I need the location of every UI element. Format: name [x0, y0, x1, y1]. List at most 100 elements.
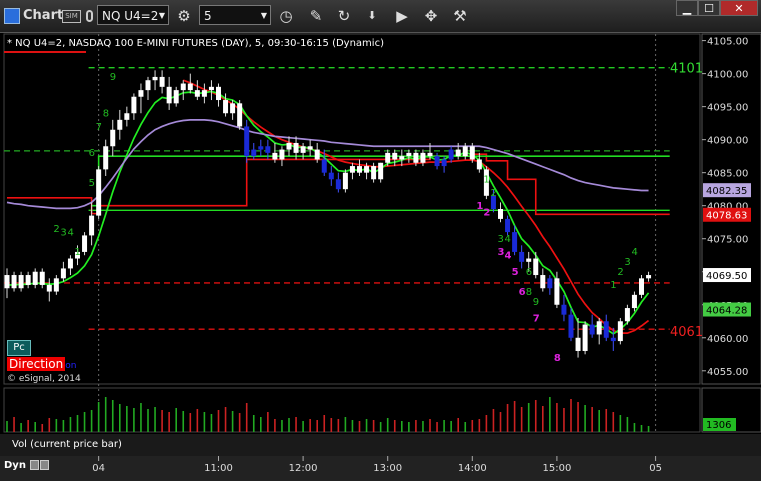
count-number: 3 — [624, 257, 630, 268]
candle-body — [237, 103, 243, 127]
count-number: 5 — [512, 267, 519, 278]
volume-bar — [633, 423, 636, 432]
count-number: 8 — [554, 353, 561, 364]
count-number: 5 — [89, 178, 95, 189]
candle-body — [617, 321, 623, 342]
price-chart[interactable]: 41014061 12 3 456789123 46891234123 45678 13… — [0, 0, 761, 481]
count-number: 4 — [631, 247, 637, 258]
candle-body — [244, 126, 250, 157]
volume-bar — [379, 422, 382, 432]
count-number: 4 — [505, 251, 512, 262]
price-tick-label: 4075.00 — [707, 235, 748, 246]
candle-body — [279, 149, 285, 160]
candle-body — [582, 324, 588, 351]
candle — [82, 232, 88, 256]
candle-body — [631, 294, 637, 309]
candle-body — [216, 86, 221, 101]
candle-body — [342, 172, 348, 190]
volume-bar — [520, 407, 523, 432]
count-number: 7 — [533, 313, 540, 324]
volume-bar — [415, 420, 417, 432]
candle-body — [561, 304, 567, 315]
volume-bar — [351, 420, 354, 432]
candle-body — [328, 172, 334, 180]
volume-bar — [119, 404, 121, 432]
volume-bar — [591, 407, 593, 432]
volume-bar — [619, 415, 622, 432]
volume-bar — [83, 412, 86, 432]
volume-bar — [471, 420, 474, 432]
volume-bar — [126, 406, 128, 432]
candle-body — [131, 96, 137, 114]
volume-bar — [393, 420, 396, 432]
direction-suffix: on — [65, 361, 77, 371]
volume-bar — [231, 411, 234, 432]
count-number: 3 — [498, 247, 505, 258]
candle-body — [413, 152, 419, 163]
candle-body — [399, 156, 405, 160]
time-tick-label: 05 — [649, 463, 662, 474]
candle-body — [519, 251, 525, 262]
candle-body — [300, 146, 306, 153]
candle-body — [138, 90, 144, 97]
volume-bar — [358, 421, 361, 432]
time-tick-label: 11:00 — [204, 463, 233, 474]
count-number: 2 — [617, 267, 623, 278]
candle-body — [357, 166, 362, 173]
candle-body — [208, 86, 214, 91]
volume-bar — [408, 422, 410, 432]
volume-bar — [549, 397, 551, 432]
candle-body — [272, 152, 278, 160]
candle — [639, 275, 644, 299]
count-number: 1 — [610, 280, 616, 291]
lock-icon[interactable] — [30, 460, 39, 470]
candle-body — [533, 258, 539, 276]
candle-body — [554, 278, 560, 305]
volume-bar — [295, 417, 297, 432]
candle-body — [476, 159, 482, 170]
candle-body — [575, 337, 581, 351]
candle-body — [82, 235, 88, 252]
candle-body — [166, 86, 172, 104]
volume-bar — [238, 413, 241, 432]
volume-bar — [140, 403, 142, 432]
time-tick-label: 14:00 — [458, 463, 487, 474]
candle-body — [258, 146, 264, 150]
volume-bar — [429, 419, 431, 432]
candle-body — [187, 83, 193, 91]
volume-bar — [372, 420, 375, 432]
candle-body — [265, 146, 271, 153]
candle-body — [505, 218, 511, 233]
link-icon[interactable] — [40, 460, 49, 470]
count-number: 2 — [490, 188, 496, 199]
volume-bar — [443, 420, 445, 432]
volume-bar — [154, 407, 156, 432]
volume-bar — [260, 417, 262, 432]
volume-bar — [252, 415, 255, 432]
volume-bar — [6, 421, 8, 432]
volume-bar — [175, 408, 177, 432]
candle-body — [610, 337, 616, 342]
volume-bar — [626, 417, 629, 432]
candle-body — [335, 179, 341, 190]
candle-body — [639, 278, 644, 295]
volume-bar — [386, 418, 389, 432]
candle-body — [568, 314, 574, 338]
count-number: 6 — [526, 267, 532, 278]
candle-body — [371, 166, 377, 180]
candle-body — [314, 149, 320, 160]
dyn-label[interactable]: Dyn — [4, 460, 26, 471]
volume-bar — [302, 421, 304, 432]
volume-bar — [527, 403, 530, 432]
price-badge-text: 4064.28 — [706, 306, 747, 317]
volume-bar — [20, 423, 22, 432]
volume-bar — [309, 419, 311, 432]
volume-bar — [577, 402, 579, 432]
volume-bar — [450, 421, 452, 432]
volume-bar — [542, 406, 544, 432]
count-number: 9 — [110, 72, 116, 83]
volume-bar — [422, 421, 424, 432]
pc-button[interactable]: Pc — [7, 340, 31, 356]
volume-bar — [513, 401, 516, 432]
candle-body — [60, 268, 66, 279]
